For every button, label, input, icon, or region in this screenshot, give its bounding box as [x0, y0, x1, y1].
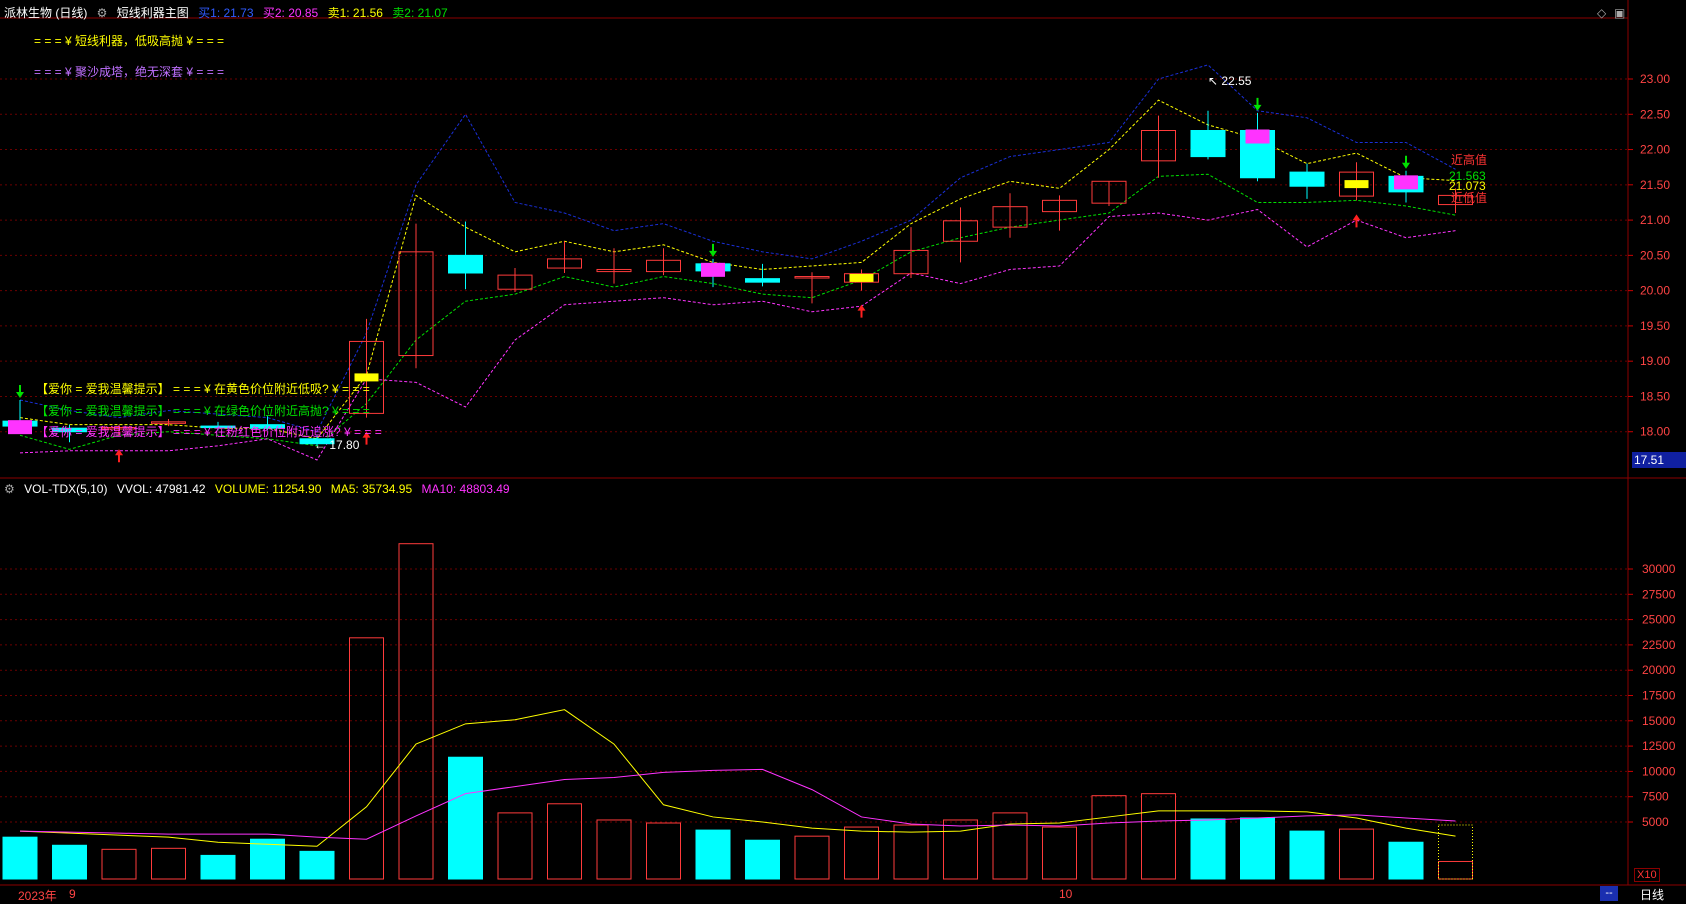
month-10-label: 10: [1059, 887, 1073, 901]
volume-bar: [1339, 828, 1374, 880]
window-toggle-icon[interactable]: ▣: [1614, 6, 1625, 20]
tip-yellow: 【爱你 = 爱我温馨提示】 = = = ¥ 在黄色价位附近低吸? ¥ = = =: [36, 382, 370, 396]
month-9-label: 9: [69, 887, 76, 901]
note-line1: = = = ¥ 短线利器，低吸高抛 ¥ = = =: [34, 34, 225, 48]
signal-box-yellow: [1344, 180, 1369, 189]
candle-body: [448, 254, 483, 274]
price-tick-label: 19.00: [1640, 354, 1670, 368]
volume-tick-label: 12500: [1642, 739, 1676, 753]
ma10-value: MA10: 48803.49: [421, 482, 510, 496]
volume-bar: [349, 637, 384, 880]
diamond-icon[interactable]: ◇: [1597, 6, 1606, 20]
volume-bar: [596, 819, 632, 880]
volume-bar: [497, 812, 533, 880]
price-tick-label: 20.00: [1640, 284, 1670, 298]
volume-value: VOLUME: 11254.90: [214, 482, 322, 496]
volume-bar: [151, 847, 186, 880]
volume-tick-label: 17500: [1642, 689, 1676, 703]
vvol-value: VVOL: 47981.42: [116, 482, 206, 496]
candle-body: [1289, 171, 1325, 187]
volume-bar: [794, 835, 830, 880]
gear-icon[interactable]: ⚙: [4, 482, 15, 496]
gear-icon[interactable]: ⚙: [97, 6, 108, 20]
volume-bar: [1190, 818, 1226, 880]
price-tick-label: 18.00: [1640, 425, 1670, 439]
nav-button[interactable]: --: [1600, 886, 1618, 901]
low-mark-label: ← 17.80: [314, 438, 360, 452]
volume-bar: [1240, 817, 1275, 880]
ma5-value: MA5: 35734.95: [330, 482, 413, 496]
price-tick-label: 22.50: [1640, 107, 1670, 121]
volume-tick-label: 7500: [1642, 790, 1669, 804]
stock-title[interactable]: 派林生物 (日线): [4, 6, 87, 20]
volume-current-frame: [1438, 824, 1473, 880]
period-label[interactable]: 日线: [1640, 886, 1664, 903]
volume-bar: [547, 803, 582, 880]
x10-button[interactable]: X10: [1634, 868, 1660, 882]
volume-bar: [101, 848, 137, 880]
main-chart-header: 派林生物 (日线) ⚙ 短线利器主图 买1: 21.73 买2: 20.85 卖…: [4, 4, 454, 22]
volume-bar: [745, 839, 780, 880]
volume-bar: [200, 854, 236, 880]
volume-tick-label: 25000: [1642, 613, 1676, 627]
volume-bar: [1388, 841, 1424, 880]
sell-arrow-icon: [1253, 97, 1262, 111]
volume-tick-label: 20000: [1642, 663, 1676, 677]
volume-bar: [943, 819, 978, 880]
price-tick-label: 23.00: [1640, 72, 1670, 86]
volume-bar: [299, 850, 335, 880]
near-high-label: 近高值: [1451, 153, 1488, 167]
stock-chart[interactable]: 18.00 18.50 19.00 19.50 20.00 20.50 21.00 21.50…: [0, 0, 1686, 903]
signal-box-magenta: [8, 420, 32, 435]
indicator-name[interactable]: 短线利器主图: [117, 6, 189, 20]
sell-arrow-icon: [16, 384, 24, 398]
note-line2: = = = ¥ 聚沙成塔，绝无深套 ¥ = = =: [34, 65, 225, 79]
volume-tick-label: 5000: [1642, 815, 1669, 829]
candle-body: [745, 278, 780, 283]
signal-box-yellow: [849, 273, 874, 282]
tip-green: 【爱你 = 爱我温馨提示】 = = = ¥ 在绿色价位附近高抛? ¥ = = =: [36, 404, 370, 418]
near-low-label: 近低值: [1451, 191, 1488, 205]
volume-bar: [1091, 795, 1127, 880]
sell2-value: 卖2: 21.07: [392, 6, 448, 20]
volume-header: ⚙ VOL-TDX(5,10) VVOL: 47981.42 VOLUME: 1…: [4, 480, 516, 498]
signal-box-magenta: [1245, 129, 1270, 144]
buy2-value: 买2: 20.85: [262, 6, 319, 20]
volume-bar: [448, 756, 483, 880]
sell1-value: 卖1: 21.56: [327, 6, 383, 20]
volume-tick-label: 15000: [1642, 714, 1676, 728]
price-tick-label: 20.50: [1640, 248, 1670, 262]
channel-line-blue: [19, 64, 1456, 433]
year-label: 2023年: [18, 889, 57, 903]
volume-bar: [893, 824, 929, 880]
volume-bar: [52, 844, 87, 880]
volume-bar: [992, 812, 1028, 880]
high-mark-label: ↖ 22.55: [1208, 74, 1252, 88]
price-tick-label: 22.00: [1640, 143, 1670, 157]
volume-bar: [2, 836, 38, 880]
volume-bar: [695, 829, 731, 880]
buy-arrow-icon: [1352, 214, 1361, 228]
candle-body: [1190, 129, 1226, 158]
buy1-value: 买1: 21.73: [198, 6, 254, 20]
volume-bar: [646, 822, 681, 880]
volume-tick-label: 30000: [1642, 562, 1676, 576]
volume-bar: [1438, 860, 1473, 880]
signal-box-magenta: [1394, 175, 1418, 190]
volume-bar: [1289, 830, 1325, 880]
signal-box-magenta: [701, 262, 725, 277]
volume-bar: [844, 826, 879, 880]
volume-tick-label: 10000: [1642, 764, 1676, 778]
volume-tick-label: 22500: [1642, 638, 1676, 652]
price-tick-label: 21.50: [1640, 178, 1670, 192]
price-tick-label: 19.50: [1640, 319, 1670, 333]
vol-indicator-name[interactable]: VOL-TDX(5,10): [24, 482, 107, 496]
volume-bar: [1141, 793, 1176, 880]
price-tick-label: 21.00: [1640, 213, 1670, 227]
price-tag: 17.51: [1632, 452, 1686, 468]
sell-arrow-icon: [1402, 155, 1410, 169]
volume-bar: [1042, 826, 1077, 880]
volume-tick-label: 27500: [1642, 587, 1676, 601]
price-tick-label: 18.50: [1640, 389, 1670, 403]
